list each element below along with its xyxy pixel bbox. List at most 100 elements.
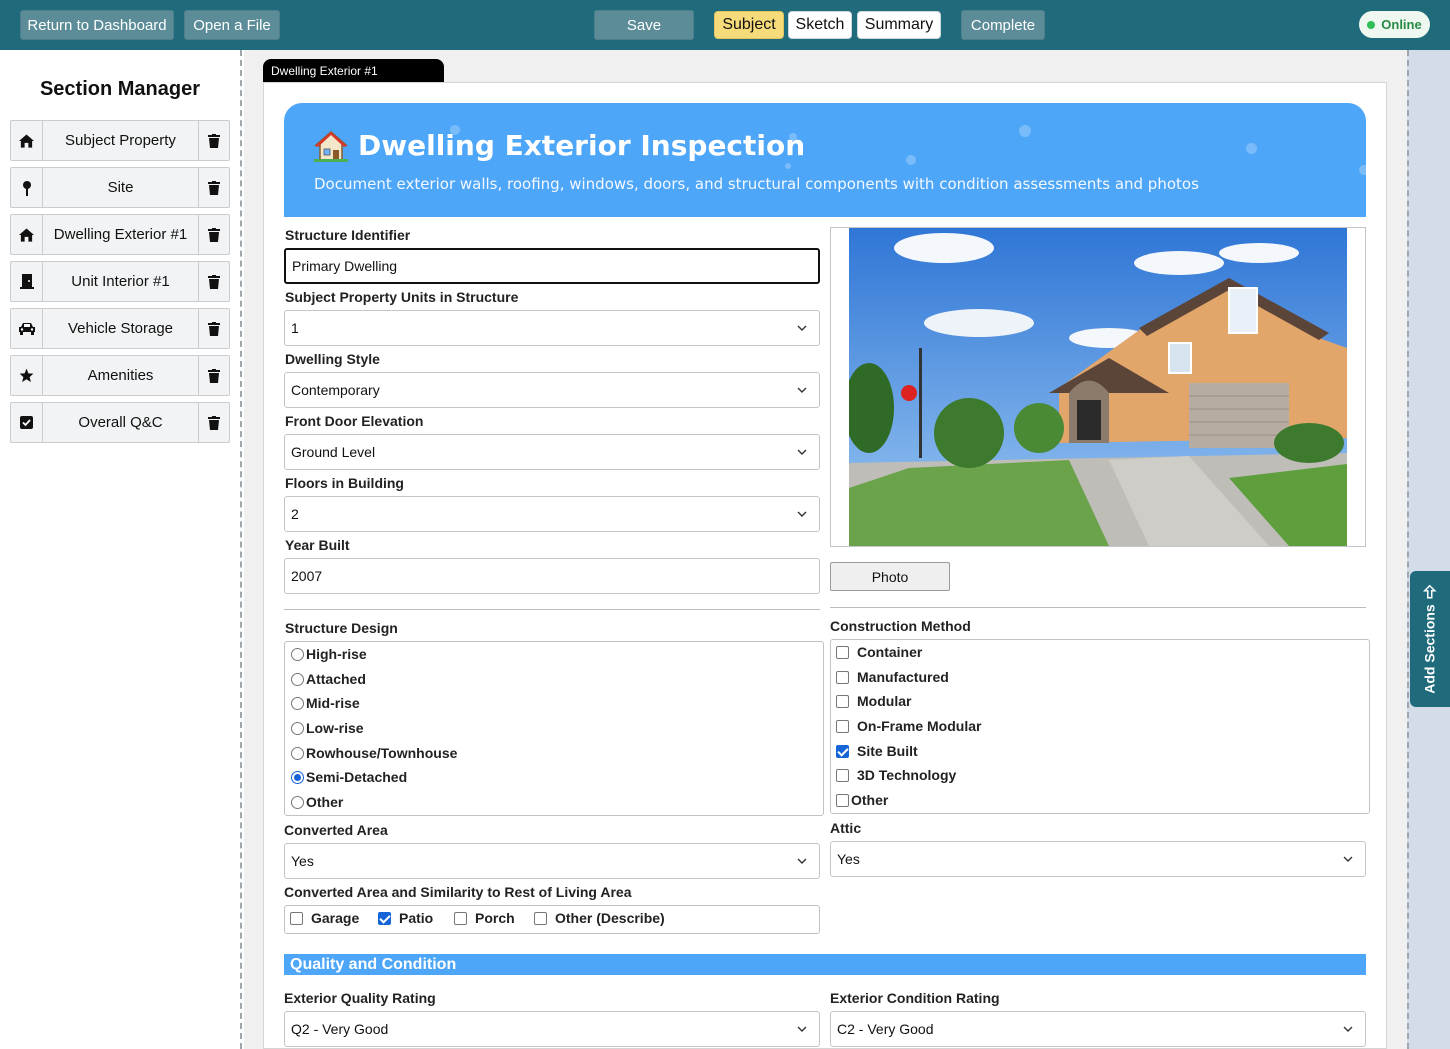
section-item-unit-interior[interactable]: Unit Interior #1: [10, 261, 230, 302]
radio-option[interactable]: High-rise: [291, 646, 367, 662]
checkbox-option-checked[interactable]: Site Built: [836, 743, 918, 759]
radio-option-selected[interactable]: Semi-Detached: [291, 769, 407, 785]
structure-identifier-input[interactable]: Primary Dwelling: [284, 248, 820, 284]
checkbox-option[interactable]: Other: [836, 792, 888, 808]
checkbox[interactable]: [836, 744, 849, 758]
exterior-condition-select[interactable]: C2 - Very Good: [830, 1011, 1366, 1047]
section-item-dwelling-exterior[interactable]: Dwelling Exterior #1: [10, 214, 230, 255]
checkbox-option[interactable]: On-Frame Modular: [836, 718, 981, 734]
chevron-down-icon: [797, 449, 807, 455]
year-built-label: Year Built: [285, 537, 350, 553]
select-value: Yes: [291, 853, 314, 869]
home-icon: [11, 215, 43, 254]
checkbox[interactable]: [836, 694, 849, 708]
checkbox-option[interactable]: Porch: [454, 910, 515, 926]
checkbox-label: Garage: [311, 910, 360, 926]
tab-summary[interactable]: Summary: [857, 11, 941, 39]
add-sections-button[interactable]: Add Sections: [1410, 571, 1450, 707]
section-item-subject-property[interactable]: Subject Property: [10, 120, 230, 161]
trash-icon[interactable]: [199, 262, 229, 301]
checkbox[interactable]: [836, 645, 849, 659]
checkbox-label: Manufactured: [857, 669, 949, 685]
car-icon: [11, 309, 43, 348]
checkbox[interactable]: [836, 793, 849, 807]
add-sections-label: Add Sections: [1422, 604, 1438, 694]
return-to-dashboard-button[interactable]: Return to Dashboard: [20, 10, 174, 40]
section-item-label: Vehicle Storage: [43, 309, 199, 348]
document-tab[interactable]: Dwelling Exterior #1: [263, 59, 444, 82]
radio-button[interactable]: [291, 672, 304, 686]
complete-button[interactable]: Complete: [961, 10, 1045, 40]
trash-icon[interactable]: [199, 215, 229, 254]
radio-option[interactable]: Attached: [291, 671, 366, 687]
chevron-down-icon: [797, 858, 807, 864]
radio-option[interactable]: Mid-rise: [291, 695, 360, 711]
radio-button[interactable]: [291, 721, 304, 735]
trash-icon[interactable]: [199, 356, 229, 395]
section-item-label: Dwelling Exterior #1: [43, 215, 199, 254]
tab-subject[interactable]: Subject: [714, 11, 784, 39]
page-subtitle: Document exterior walls, roofing, window…: [314, 175, 1199, 193]
checkbox[interactable]: [836, 670, 849, 684]
property-photo[interactable]: [849, 228, 1347, 546]
attic-label: Attic: [830, 820, 862, 836]
trash-icon[interactable]: [199, 121, 229, 160]
trash-icon[interactable]: [199, 309, 229, 348]
units-in-structure-select[interactable]: 1: [284, 310, 820, 346]
radio-option[interactable]: Rowhouse/Townhouse: [291, 745, 457, 761]
radio-button[interactable]: [291, 746, 304, 760]
radio-button[interactable]: [291, 696, 304, 710]
checkbox-option[interactable]: Other (Describe): [534, 910, 665, 926]
checkbox[interactable]: [534, 911, 547, 925]
converted-area-select[interactable]: Yes: [284, 843, 820, 879]
checkbox-option[interactable]: Container: [836, 644, 922, 660]
radio-option[interactable]: Other: [291, 794, 343, 810]
divider: [284, 609, 820, 610]
attic-select[interactable]: Yes: [830, 841, 1366, 877]
radio-option[interactable]: Low-rise: [291, 720, 364, 736]
checkbox[interactable]: [454, 911, 467, 925]
open-file-button[interactable]: Open a File: [184, 10, 280, 40]
section-header-banner: Dwelling Exterior Inspection Document ex…: [284, 103, 1366, 217]
year-built-input[interactable]: 2007: [284, 558, 820, 594]
status-dot-icon: [1367, 20, 1376, 29]
section-item-overall-qc[interactable]: Overall Q&C: [10, 402, 230, 443]
radio-button[interactable]: [291, 647, 304, 661]
tab-sketch[interactable]: Sketch: [788, 11, 852, 39]
select-value: Yes: [837, 851, 860, 867]
section-item-vehicle-storage[interactable]: Vehicle Storage: [10, 308, 230, 349]
select-value: Contemporary: [291, 382, 380, 398]
checkbox-option[interactable]: Manufactured: [836, 669, 949, 685]
checkbox[interactable]: [836, 768, 849, 782]
map-pin-icon: [11, 168, 43, 207]
section-item-site[interactable]: Site: [10, 167, 230, 208]
checkbox[interactable]: [378, 911, 391, 925]
house-icon: [314, 130, 348, 162]
checkbox-option[interactable]: Modular: [836, 693, 911, 709]
checkbox-option-checked[interactable]: Patio: [378, 910, 433, 926]
radio-button[interactable]: [291, 795, 304, 809]
checkbox[interactable]: [836, 719, 849, 733]
checkbox-label: Site Built: [857, 743, 918, 759]
radio-button[interactable]: [291, 770, 304, 784]
section-item-amenities[interactable]: Amenities: [10, 355, 230, 396]
save-button[interactable]: Save: [594, 10, 694, 40]
front-door-elevation-select[interactable]: Ground Level: [284, 434, 820, 470]
section-item-label: Subject Property: [43, 121, 199, 160]
right-rail: [1407, 50, 1450, 1049]
trash-icon[interactable]: [199, 403, 229, 442]
checkbox[interactable]: [290, 911, 303, 925]
arrow-up-icon: [1423, 584, 1437, 599]
floors-in-building-select[interactable]: 2: [284, 496, 820, 532]
property-photo-frame: [830, 227, 1366, 547]
exterior-quality-select[interactable]: Q2 - Very Good: [284, 1011, 820, 1047]
trash-icon[interactable]: [199, 168, 229, 207]
checkbox-option[interactable]: 3D Technology: [836, 767, 956, 783]
select-value: 1: [291, 320, 299, 336]
structure-design-group: [284, 641, 824, 816]
checkbox-label: Container: [857, 644, 923, 660]
checkbox-label: On-Frame Modular: [857, 718, 982, 734]
checkbox-option[interactable]: Garage: [290, 910, 359, 926]
dwelling-style-select[interactable]: Contemporary: [284, 372, 820, 408]
photo-button[interactable]: Photo: [830, 562, 950, 591]
